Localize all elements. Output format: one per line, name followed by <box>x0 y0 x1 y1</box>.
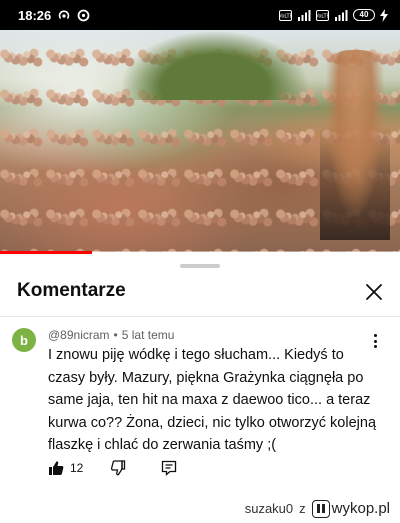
watermark-user: suzaku0 <box>244 501 294 516</box>
video-player[interactable] <box>0 30 400 252</box>
divider <box>0 316 400 317</box>
reply-button[interactable] <box>161 460 177 476</box>
thumbs-up-icon <box>49 461 64 475</box>
hotspot-icon <box>57 8 71 22</box>
video-frame-tree <box>120 30 310 100</box>
battery-icon: 40 <box>353 9 375 21</box>
video-frame-person <box>320 50 390 240</box>
comment-item: b @89nicram • 5 lat temu I znowu piję wó… <box>0 320 400 480</box>
close-button[interactable] <box>363 281 385 303</box>
dislike-button[interactable] <box>111 460 127 476</box>
watermark-word: z <box>299 501 306 516</box>
comment-meta: @89nicram • 5 lat temu <box>48 328 174 342</box>
comment-author[interactable]: @89nicram <box>48 328 110 342</box>
wykop-logo-icon <box>311 499 330 518</box>
status-time: 18:26 <box>18 7 52 23</box>
volte-icon-2: VoLTE <box>316 9 329 21</box>
drag-handle[interactable] <box>180 264 220 268</box>
comment-actions: 12 <box>48 460 177 476</box>
svg-text:VoLTE: VoLTE <box>316 13 329 19</box>
status-bar: 18:26 VoLTE VoLTE 40 <box>0 0 400 30</box>
like-count: 12 <box>70 461 84 475</box>
signal-icon <box>297 9 311 21</box>
avatar[interactable]: b <box>12 328 36 352</box>
close-icon <box>366 284 382 300</box>
comment-text: I znowu piję wódkę i tego słucham... Kie… <box>48 347 377 453</box>
volte-icon: VoLTE <box>279 9 292 21</box>
sync-icon <box>77 9 90 22</box>
svg-text:VoLTE: VoLTE <box>279 13 292 19</box>
thumbs-down-icon <box>111 460 126 476</box>
meta-separator: • <box>113 328 118 342</box>
watermark: suzaku0 z wykop.pl <box>0 494 400 523</box>
watermark-site: wykop.pl <box>331 500 390 517</box>
like-button[interactable]: 12 <box>48 460 83 476</box>
comments-sheet: Komentarze b @89nicram • 5 lat temu I zn… <box>0 254 400 494</box>
charging-icon <box>380 8 388 22</box>
reply-comment-icon <box>162 460 177 476</box>
comment-time: 5 lat temu <box>121 328 175 342</box>
watermark-logo: wykop.pl <box>311 499 390 518</box>
signal-icon-2 <box>334 9 348 21</box>
sheet-title: Komentarze <box>17 280 126 301</box>
